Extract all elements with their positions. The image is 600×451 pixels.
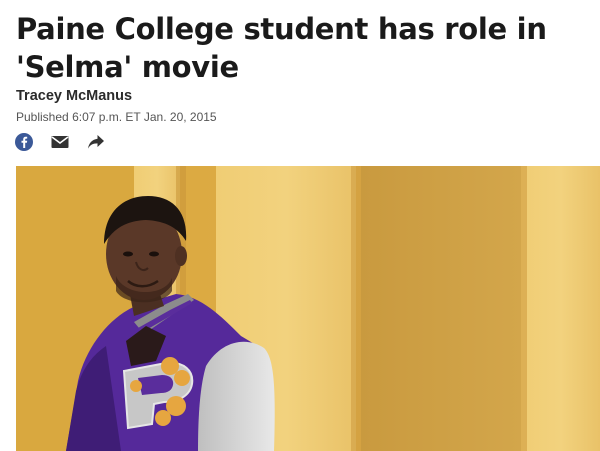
author-byline[interactable]: Tracey McManus — [16, 88, 132, 104]
article-headline: Paine College student has role in 'Selma… — [16, 12, 547, 84]
published-time: 6:07 p.m. ET Jan. 20, 2015 — [72, 110, 217, 124]
published-timestamp: Published 6:07 p.m. ET Jan. 20, 2015 — [16, 110, 217, 124]
photo-of-student — [16, 166, 600, 451]
facebook-icon — [15, 133, 33, 151]
share-arrow-icon — [88, 135, 104, 149]
facebook-share-button[interactable] — [14, 132, 34, 152]
hero-photo[interactable] — [16, 166, 600, 451]
published-label: Published — [16, 110, 69, 124]
share-bar — [14, 132, 122, 152]
email-share-button[interactable] — [50, 132, 70, 152]
email-icon — [51, 136, 69, 148]
more-share-button[interactable] — [86, 132, 106, 152]
